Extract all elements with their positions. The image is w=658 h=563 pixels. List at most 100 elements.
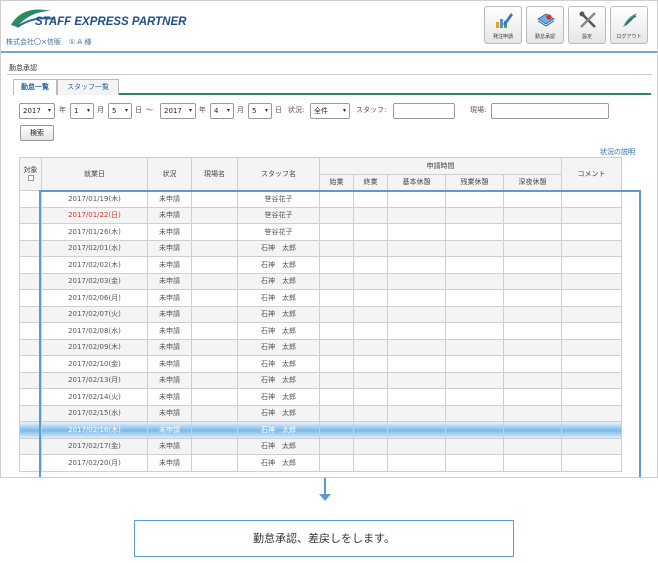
row-night-break <box>503 404 562 422</box>
header-start: 始業 <box>319 173 354 191</box>
row-overtime-break <box>445 454 504 472</box>
header: STAFF EXPRESS PARTNER 株式会社〇×信販 ① A 様 発注申請… <box>1 1 657 53</box>
from-month-label: 月 <box>97 106 104 114</box>
logout-button[interactable]: ログアウト <box>610 6 648 44</box>
row-date: 2017/02/20(月) <box>41 454 148 472</box>
row-staff: 石神 太郎 <box>237 305 320 323</box>
from-day-select[interactable]: 5 ▾ <box>108 103 132 119</box>
row-basic-break <box>387 338 446 356</box>
row-start <box>319 289 354 307</box>
row-date: 2017/02/02(木) <box>41 256 148 274</box>
tab-bar: 勤怠一覧 スタッフ一覧 <box>13 79 651 95</box>
tab-attendance-list[interactable]: 勤怠一覧 <box>13 79 57 95</box>
search-button[interactable]: 検索 <box>20 125 54 141</box>
row-site <box>191 338 238 356</box>
table-row[interactable]: 2017/02/14(火) 未申請 石神 太郎 <box>19 388 622 406</box>
site-input[interactable] <box>491 103 609 119</box>
row-comment <box>561 272 622 290</box>
table-row[interactable]: 2017/02/09(木) 未申請 石神 太郎 <box>19 338 622 356</box>
row-select-cell <box>19 272 42 290</box>
row-site <box>191 454 238 472</box>
row-end <box>353 272 388 290</box>
row-comment <box>561 305 622 323</box>
row-staff: 石神 太郎 <box>237 437 320 455</box>
row-site <box>191 371 238 389</box>
to-day-select[interactable]: 5 ▾ <box>248 103 272 119</box>
table-row[interactable]: 2017/02/07(火) 未申請 石神 太郎 <box>19 305 622 323</box>
table-row[interactable]: 2017/02/03(金) 未申請 石神 太郎 <box>19 272 622 290</box>
table-row[interactable]: 2017/02/15(水) 未申請 石神 太郎 <box>19 404 622 422</box>
staff-filter-label: スタッフ: <box>356 106 387 114</box>
from-year-label: 年 <box>59 106 66 114</box>
logo-text: STAFF EXPRESS PARTNER <box>35 16 187 28</box>
table-row[interactable]: 2017/01/19(木) 未申請 笹谷花子 <box>19 190 622 208</box>
row-start <box>319 404 354 422</box>
table-row[interactable]: 2017/02/16(木) 未申請 石神 太郎 <box>19 421 622 439</box>
header-target: 対象 <box>19 157 42 191</box>
table-row[interactable]: 2017/01/22(日) 未申請 笹谷花子 <box>19 206 622 224</box>
select-all-checkbox[interactable] <box>27 175 34 181</box>
staff-input[interactable] <box>393 103 455 119</box>
header-status: 状況 <box>147 157 192 191</box>
row-select-cell <box>19 355 42 373</box>
tab-staff-list[interactable]: スタッフ一覧 <box>57 79 119 95</box>
table-row[interactable]: 2017/02/20(月) 未申請 石神 太郎 <box>19 454 622 472</box>
status-select[interactable]: 全件 ▾ <box>310 103 350 119</box>
row-end <box>353 388 388 406</box>
row-basic-break <box>387 289 446 307</box>
row-select-cell <box>19 206 42 224</box>
row-night-break <box>503 256 562 274</box>
row-status: 未申請 <box>147 371 192 389</box>
row-staff: 石神 太郎 <box>237 322 320 340</box>
table-row[interactable]: 2017/01/26(木) 未申請 笹谷花子 <box>19 223 622 241</box>
row-select-cell <box>19 404 42 422</box>
table-row[interactable]: 2017/02/13(月) 未申請 石神 太郎 <box>19 371 622 389</box>
row-night-break <box>503 437 562 455</box>
from-year-select[interactable]: 2017 ▾ <box>19 103 55 119</box>
header-site: 現場名 <box>191 157 238 191</box>
to-month-label: 月 <box>237 106 244 114</box>
row-start <box>319 256 354 274</box>
row-select-cell <box>19 322 42 340</box>
row-select-cell <box>19 223 42 241</box>
table-row[interactable]: 2017/02/06(月) 未申請 石神 太郎 <box>19 289 622 307</box>
settings-button[interactable]: 設定 <box>568 6 606 44</box>
table-row[interactable]: 2017/02/08(水) 未申請 石神 太郎 <box>19 322 622 340</box>
order-request-button[interactable]: 発注申請 <box>484 6 522 44</box>
status-help-link[interactable]: 状況の説明 <box>600 147 635 157</box>
row-comment <box>561 322 622 340</box>
row-date: 2017/01/19(木) <box>41 190 148 208</box>
company-info: 株式会社〇×信販 ① A 様 <box>6 37 91 47</box>
row-end <box>353 223 388 241</box>
row-staff: 石神 太郎 <box>237 272 320 290</box>
header-overtime-break: 残業休憩 <box>445 173 504 191</box>
table-row[interactable]: 2017/02/01(水) 未申請 石神 太郎 <box>19 239 622 257</box>
table-row[interactable]: 2017/02/10(金) 未申請 石神 太郎 <box>19 355 622 373</box>
row-start <box>319 206 354 224</box>
row-start <box>319 355 354 373</box>
to-year-select[interactable]: 2017 ▾ <box>160 103 196 119</box>
row-date: 2017/02/17(金) <box>41 437 148 455</box>
row-overtime-break <box>445 338 504 356</box>
table-row[interactable]: 2017/02/02(木) 未申請 石神 太郎 <box>19 256 622 274</box>
row-status: 未申請 <box>147 404 192 422</box>
attendance-approval-button[interactable]: 勤怠承認 <box>526 6 564 44</box>
row-basic-break <box>387 206 446 224</box>
row-select-cell <box>19 190 42 208</box>
row-select-cell <box>19 289 42 307</box>
row-night-break <box>503 206 562 224</box>
to-month-select[interactable]: 4 ▾ <box>210 103 234 119</box>
row-date: 2017/02/14(火) <box>41 388 148 406</box>
row-date: 2017/02/13(月) <box>41 371 148 389</box>
row-select-cell <box>19 437 42 455</box>
table-row[interactable]: 2017/02/17(金) 未申請 石神 太郎 <box>19 437 622 455</box>
row-basic-break <box>387 404 446 422</box>
row-comment <box>561 289 622 307</box>
row-staff: 石神 太郎 <box>237 256 320 274</box>
row-night-break <box>503 322 562 340</box>
row-overtime-break <box>445 421 504 439</box>
row-overtime-break <box>445 239 504 257</box>
row-night-break <box>503 338 562 356</box>
row-site <box>191 437 238 455</box>
from-month-select[interactable]: 1 ▾ <box>70 103 94 119</box>
